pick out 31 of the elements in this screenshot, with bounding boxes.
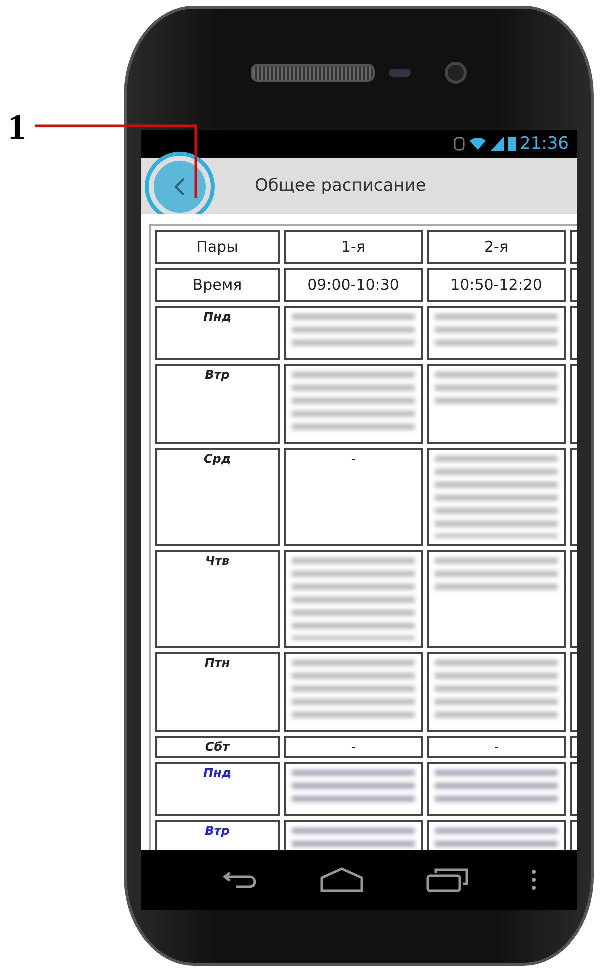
table-cell: 10:50-12:20 — [427, 268, 566, 302]
table-cell: - — [284, 736, 423, 758]
home-icon[interactable] — [318, 867, 364, 893]
row-header: Время — [155, 268, 280, 302]
callout-number: 1 — [8, 107, 26, 147]
sensor-icon — [389, 68, 411, 76]
day-cell: Пнд — [155, 306, 280, 360]
table-cell: - — [427, 736, 566, 758]
column-header: 2-я — [427, 230, 566, 264]
speaker-grill-icon — [251, 64, 375, 82]
battery-icon — [508, 137, 516, 151]
column-header: 1-я — [284, 230, 423, 264]
row-header: Пары — [155, 230, 280, 264]
recents-icon[interactable] — [426, 867, 470, 893]
day-cell: Втр — [155, 364, 280, 444]
day-cell: Пнд — [155, 762, 280, 816]
menu-icon[interactable] — [530, 869, 536, 891]
rotation-icon — [454, 137, 465, 151]
table-cell: 09:00-10:30 — [284, 268, 423, 302]
day-cell: Чтв — [155, 550, 280, 648]
day-cell: Птн — [155, 652, 280, 732]
status-time: 21:36 — [520, 134, 569, 154]
wifi-icon — [469, 138, 487, 150]
day-cell: Втр — [155, 820, 280, 850]
day-cell: Сбт — [155, 736, 280, 758]
screen-title: Общее расписание — [255, 176, 426, 196]
table-cell: - — [284, 448, 423, 546]
camera-icon — [445, 62, 467, 84]
day-cell: Срд — [155, 448, 280, 546]
signal-icon — [491, 137, 504, 151]
chevron-left-icon — [173, 177, 187, 197]
